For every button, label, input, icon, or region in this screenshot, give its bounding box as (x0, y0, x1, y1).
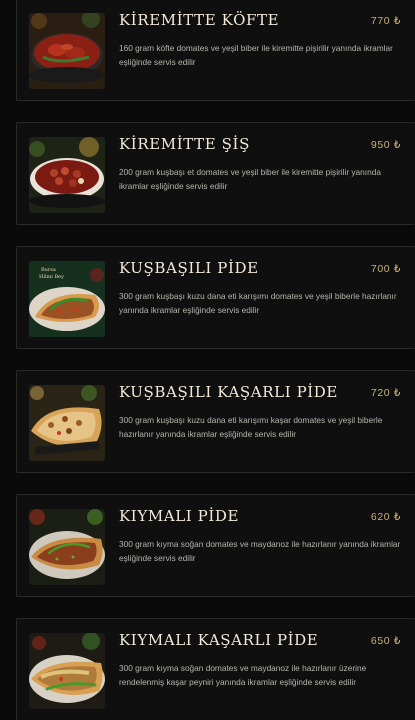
item-title: KUŞBAŞILI KAŞARLI PİDE (119, 383, 338, 401)
item-title: KİREMİTTE KÖFTE (119, 11, 280, 29)
item-title: KIYMALI KAŞARLI PİDE (119, 631, 319, 649)
kiymali-kasarli-pide-photo (29, 633, 105, 709)
menu-item-card[interactable]: KİREMİTTE KÖFTE 770 ₺ 160 gram köfte dom… (16, 0, 415, 101)
item-price: 950 ₺ (370, 139, 401, 151)
kusbasili-kasarli-pide-photo (29, 385, 105, 461)
photo-logo-line-1: Bursa (41, 267, 56, 273)
menu-item-card[interactable]: Bursa Hilmi Bey KUŞBAŞILI PİDE 700 ₺ 300… (16, 246, 415, 349)
item-description: 200 gram kuşbaşı et domates ve yeşil bib… (119, 167, 381, 191)
item-price: 720 ₺ (370, 387, 401, 399)
kiremitte-sis-photo (29, 137, 105, 213)
kiymali-pide-photo (29, 509, 105, 585)
item-price: 650 ₺ (370, 635, 401, 647)
menu-item-card[interactable]: KİREMİTTE ŞİŞ 950 ₺ 200 gram kuşbaşı et … (16, 122, 415, 225)
item-description: 160 gram köfte domates ve yeşil biber il… (119, 43, 393, 67)
kusbasili-pide-photo: Bursa Hilmi Bey (29, 261, 105, 337)
item-price: 770 ₺ (370, 15, 401, 27)
item-price: 700 ₺ (370, 263, 401, 275)
photo-logo-line-2: Hilmi Bey (39, 274, 64, 280)
item-description: 300 gram kıyma soğan domates ve maydanoz… (119, 663, 367, 687)
item-description: 300 gram kıyma soğan domates ve maydanoz… (119, 539, 401, 563)
menu-item-card[interactable]: KUŞBAŞILI KAŞARLI PİDE 720 ₺ 300 gram ku… (16, 370, 415, 473)
item-description: 300 gram kuşbaşı kuzu dana eti karışımı … (119, 291, 397, 315)
kiremitte-kofte-photo (29, 13, 105, 89)
item-description: 300 gram kuşbaşı kuzu dana eti karışımı … (119, 415, 383, 439)
menu-item-card[interactable]: KIYMALI KAŞARLI PİDE 650 ₺ 300 gram kıym… (16, 618, 415, 720)
menu-list: KİREMİTTE KÖFTE 770 ₺ 160 gram köfte dom… (0, 0, 415, 720)
item-title: KİREMİTTE ŞİŞ (119, 135, 250, 153)
item-price: 620 ₺ (370, 511, 401, 523)
item-title: KIYMALI PİDE (119, 507, 240, 525)
item-title: KUŞBAŞILI PİDE (119, 259, 259, 277)
menu-item-card[interactable]: KIYMALI PİDE 620 ₺ 300 gram kıyma soğan … (16, 494, 415, 597)
